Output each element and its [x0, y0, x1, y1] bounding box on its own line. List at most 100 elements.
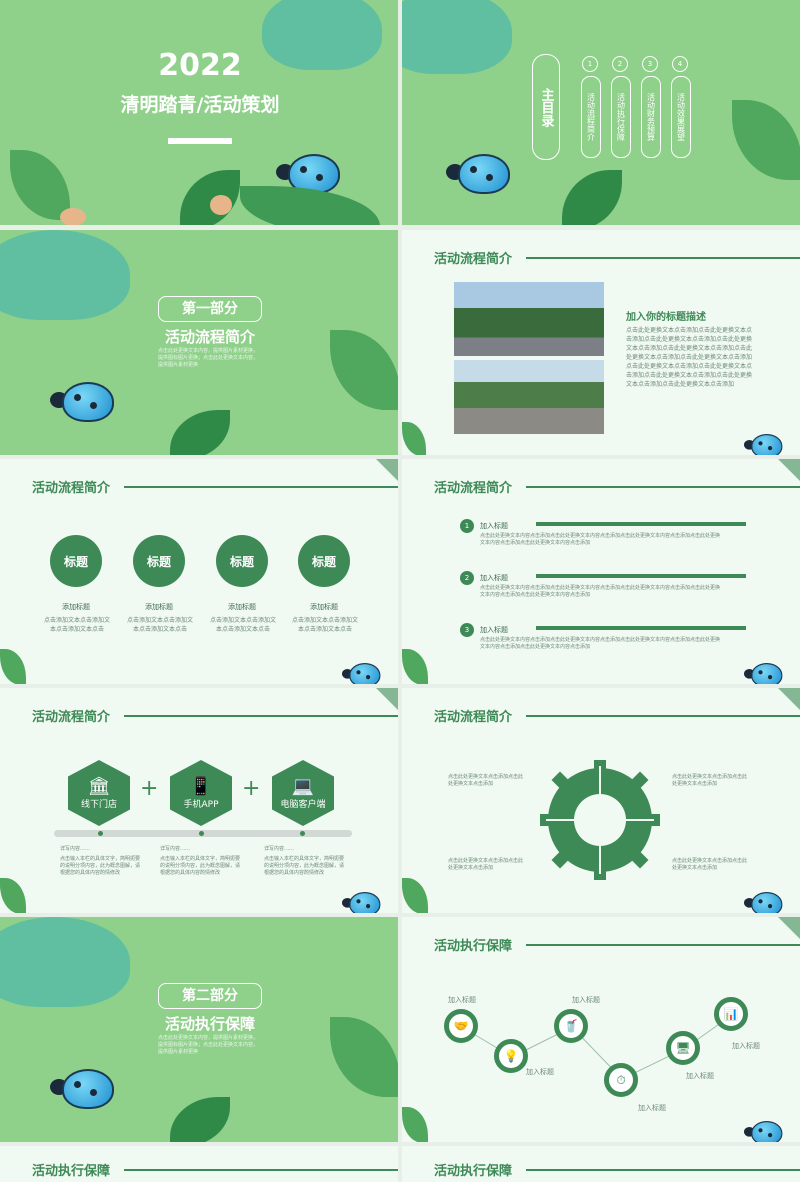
leaf-decoration — [170, 410, 230, 455]
corner-decoration — [376, 459, 398, 481]
slide-heading: 活动流程简介 — [32, 710, 111, 725]
list-bar-2 — [536, 574, 746, 578]
slide-list[interactable]: 活动流程简介 1 加入标题 点击此处更换文本内容点击添加点击此处更换文本内容点击… — [402, 459, 800, 684]
toc-item-1[interactable]: 活动流程简介 — [581, 76, 601, 158]
slide-exec-partial-2[interactable]: 活动执行保障 — [402, 1146, 800, 1182]
heading-line — [526, 715, 800, 717]
monitor-icon[interactable]: 🖥 — [666, 1031, 700, 1065]
list-text-3: 点击此处更换文本内容点击添加点击此处更换文本内容点击添加点击此处更换文本内容点击… — [480, 637, 721, 650]
plus-sign: + — [242, 776, 261, 801]
list-title-1: 加入标题 — [480, 522, 508, 530]
lightbulb-icon[interactable]: 💡 — [494, 1039, 528, 1073]
leaf-decoration — [732, 100, 800, 180]
cover-year: 2022 — [158, 48, 242, 83]
heading-line — [124, 715, 398, 717]
section-part-label: 第一部分 — [158, 296, 262, 322]
stone-decoration — [60, 208, 86, 225]
title-underline — [168, 138, 232, 144]
list-number-1: 1 — [460, 519, 474, 533]
slide-photo[interactable]: 活动流程简介 加入你的标题描述 点击此处更换文本点击添加点击此处更换文本点击添加… — [402, 230, 800, 455]
leaf-decoration — [240, 186, 380, 225]
slide-toc[interactable]: 主目录 1 活动流程简介 2 活动执行保障 3 活动财务预算 4 活动效果展望 — [402, 0, 800, 225]
leaf-decoration — [0, 649, 26, 684]
section-description: 点击此处更换文本内容，提供图片素材更换，提供图标图片更换；点击此处更换文本内容，… — [158, 348, 259, 368]
plus-sign: + — [140, 776, 159, 801]
circle-sub-1: 添加标题 — [62, 603, 90, 611]
gear-text-top-right: 点击此处更换文本点击添加点击此处更换文本点击添加 — [672, 774, 748, 787]
toc-number-1: 1 — [582, 56, 598, 72]
leaf-decoration — [330, 330, 398, 410]
gear-text-bottom-right: 点击此处更换文本点击添加点击此处更换文本点击添加 — [672, 858, 748, 871]
leaf-decoration — [330, 1017, 398, 1097]
slide-exec-partial-1[interactable]: 活动执行保障 — [0, 1146, 398, 1182]
handshake-icon[interactable]: 🤝 — [444, 1009, 478, 1043]
list-bar-1 — [536, 522, 746, 526]
toc-heading: 主目录 — [532, 54, 560, 160]
circle-title-1[interactable]: 标题 — [50, 535, 102, 587]
ladybug-illustration — [744, 892, 783, 913]
heading-line — [124, 486, 398, 488]
slide-section-1[interactable]: 第一部分 活动流程简介 点击此处更换文本内容，提供图片素材更换，提供图标图片更换… — [0, 230, 398, 455]
list-text-1: 点击此处更换文本内容点击添加点击此处更换文本内容点击添加点击此处更换文本内容点击… — [480, 533, 721, 546]
slide-cover[interactable]: 2022 清明踏青/活动策划 — [0, 0, 398, 225]
corner-decoration — [778, 688, 800, 710]
slide-heading: 活动流程简介 — [434, 252, 513, 267]
slide-heading: 活动执行保障 — [32, 1164, 111, 1179]
toc-number-2: 2 — [612, 56, 628, 72]
leaf-decoration — [180, 170, 240, 225]
heading-line — [124, 1169, 398, 1171]
tree-blob-decoration — [402, 0, 512, 74]
leaf-decoration — [402, 422, 426, 455]
network-label-3: 加入标题 — [572, 996, 600, 1004]
stone-decoration — [210, 195, 232, 215]
hex-card-pc[interactable]: 💻 电脑客户端 — [272, 760, 334, 826]
hex-label-pc: 电脑客户端 — [280, 800, 326, 810]
photo-slide-subtitle: 加入你的标题描述 — [626, 312, 706, 323]
ladybug-illustration — [744, 663, 783, 684]
network-label-5: 加入标题 — [686, 1072, 714, 1080]
slide-circles[interactable]: 活动流程简介 标题 标题 标题 标题 添加标题 添加标题 添加标题 添加标题 点… — [0, 459, 398, 684]
circle-title-3[interactable]: 标题 — [216, 535, 268, 587]
leaf-decoration — [10, 150, 70, 220]
list-text-2: 点击此处更换文本内容点击添加点击此处更换文本内容点击添加点击此处更换文本内容点击… — [480, 585, 721, 598]
circle-desc-4: 点击添加文本点击添加文本点击添加文本点击 — [292, 617, 359, 633]
toc-item-3[interactable]: 活动财务预算 — [641, 76, 661, 158]
gear-text-top-left: 点击此处更换文本点击添加点击此处更换文本点击添加 — [448, 774, 524, 787]
gear-diagram — [540, 760, 660, 880]
toc-item-4[interactable]: 活动效果展望 — [671, 76, 691, 158]
note-text-2: 点击输入本栏的具体文字，简明扼要的说明分项内容，此为概念图解，请根据您的具体内容… — [160, 856, 241, 876]
heading-line — [526, 257, 800, 259]
corner-decoration — [376, 688, 398, 710]
list-title-3: 加入标题 — [480, 626, 508, 634]
photo-park-1 — [454, 282, 604, 356]
cup-icon[interactable]: 🥤 — [554, 1009, 588, 1043]
list-title-2: 加入标题 — [480, 574, 508, 582]
circle-desc-2: 点击添加文本点击添加文本点击添加文本点击 — [127, 617, 194, 633]
tree-blob-decoration — [0, 230, 130, 320]
slide-gear[interactable]: 活动流程简介 点击此处更换文本点击添加点击此处更换文本点击添加 点击此处更换文本… — [402, 688, 800, 913]
slide-network[interactable]: 活动执行保障 🤝 💡 🥤 ⏱ 🖥 📊 加入标题 加入标题 加入标题 加入标题 加… — [402, 917, 800, 1142]
photo-park-2 — [454, 360, 604, 434]
corner-decoration — [778, 459, 800, 481]
gear-text-bottom-left: 点击此处更换文本点击添加点击此处更换文本点击添加 — [448, 858, 524, 871]
circle-sub-3: 添加标题 — [228, 603, 256, 611]
note-text-3: 点击输入本栏的具体文字，简明扼要的说明分项内容，此为概念图解，请根据您的具体内容… — [264, 856, 345, 876]
circle-title-2[interactable]: 标题 — [133, 535, 185, 587]
circle-title-4[interactable]: 标题 — [298, 535, 350, 587]
note-title-3: 详写内容…… — [264, 846, 295, 852]
timeline-dot — [199, 831, 204, 836]
heading-line — [526, 1169, 800, 1171]
slide-hexagons[interactable]: 活动流程简介 🏛 线下门店 + 📱 手机APP + 💻 电脑客户端 详写内容……… — [0, 688, 398, 913]
toc-number-4: 4 — [672, 56, 688, 72]
chart-icon[interactable]: 📊 — [714, 997, 748, 1031]
toc-item-2[interactable]: 活动执行保障 — [611, 76, 631, 158]
circle-sub-2: 添加标题 — [145, 603, 173, 611]
clock-icon[interactable]: ⏱ — [604, 1063, 638, 1097]
leaf-decoration — [402, 649, 428, 684]
slide-section-2[interactable]: 第二部分 活动执行保障 点击此处更换文本内容，提供图片素材更换，提供图标图片更换… — [0, 917, 398, 1142]
network-label-6: 加入标题 — [732, 1042, 760, 1050]
hex-card-store[interactable]: 🏛 线下门店 — [68, 760, 130, 826]
hex-card-app[interactable]: 📱 手机APP — [170, 760, 232, 826]
circle-sub-4: 添加标题 — [310, 603, 338, 611]
leaf-decoration — [402, 878, 428, 913]
